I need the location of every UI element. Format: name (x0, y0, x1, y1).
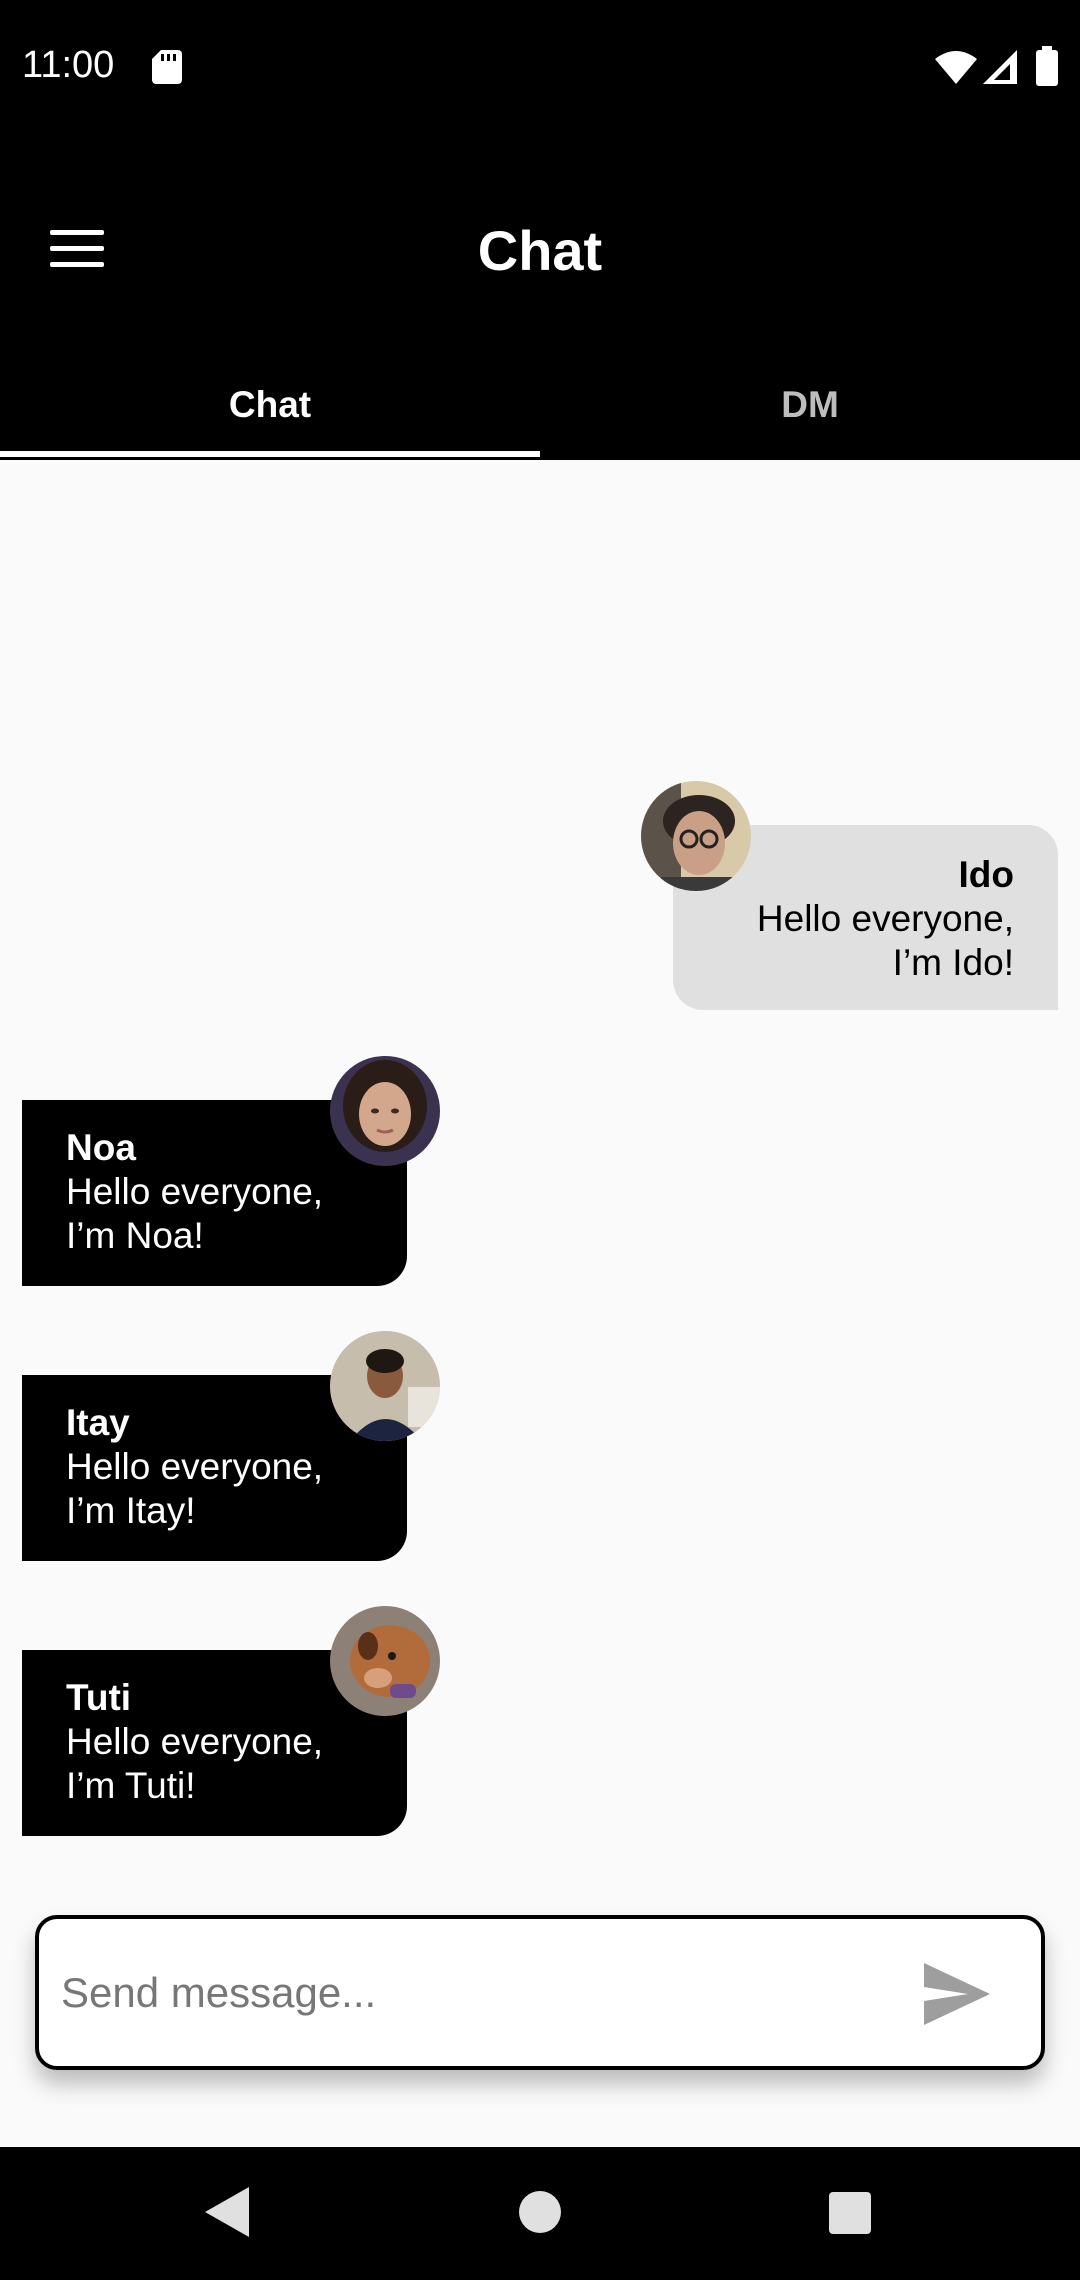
system-nav-bar (0, 2147, 1080, 2280)
send-icon[interactable] (924, 1963, 990, 2025)
avatar-itay[interactable] (330, 1331, 440, 1441)
message-sender: Noa (66, 1127, 136, 1168)
tab-dm[interactable]: DM (540, 350, 1080, 460)
page-title: Chat (477, 219, 603, 282)
message-text-line: I’m Itay! (66, 1490, 196, 1531)
sd-card-icon (152, 50, 182, 84)
avatar-noa[interactable] (330, 1056, 440, 1166)
home-icon[interactable] (519, 2191, 561, 2233)
tab-bar: Chat DM (0, 350, 1080, 460)
message-sender: Ido (958, 854, 1014, 895)
message-input[interactable] (61, 1955, 881, 2031)
message-text-line: I’m Ido! (892, 942, 1014, 983)
message-text-line: Hello everyone, (66, 1721, 324, 1762)
message-sender: Itay (66, 1402, 130, 1443)
message-text-line: Hello everyone, (66, 1171, 324, 1212)
app-bar: Chat Chat DM (0, 135, 1080, 460)
signal-icon (983, 50, 1017, 84)
active-tab-indicator (0, 451, 540, 457)
status-time: 11:00 (22, 44, 115, 86)
message-sender: Tuti (66, 1677, 132, 1718)
status-bar: 11:00 (0, 0, 1080, 135)
tab-chat[interactable]: Chat (0, 350, 540, 460)
battery-icon (1036, 46, 1058, 86)
chat-screen: 11:00 Chat Chat DM Ido Hello everyone, I… (0, 0, 1080, 2280)
message-composer (35, 1915, 1045, 2070)
message-text-line: Hello everyone, (66, 1446, 324, 1487)
message-text-line: I’m Noa! (66, 1215, 204, 1256)
avatar-ido[interactable] (641, 781, 751, 891)
message-text-line: I’m Tuti! (66, 1765, 196, 1806)
avatar-tuti[interactable] (330, 1606, 440, 1716)
wifi-icon (935, 51, 977, 84)
back-icon[interactable] (205, 2187, 249, 2237)
message-text-line: Hello everyone, (756, 898, 1014, 939)
recents-icon[interactable] (829, 2192, 871, 2234)
